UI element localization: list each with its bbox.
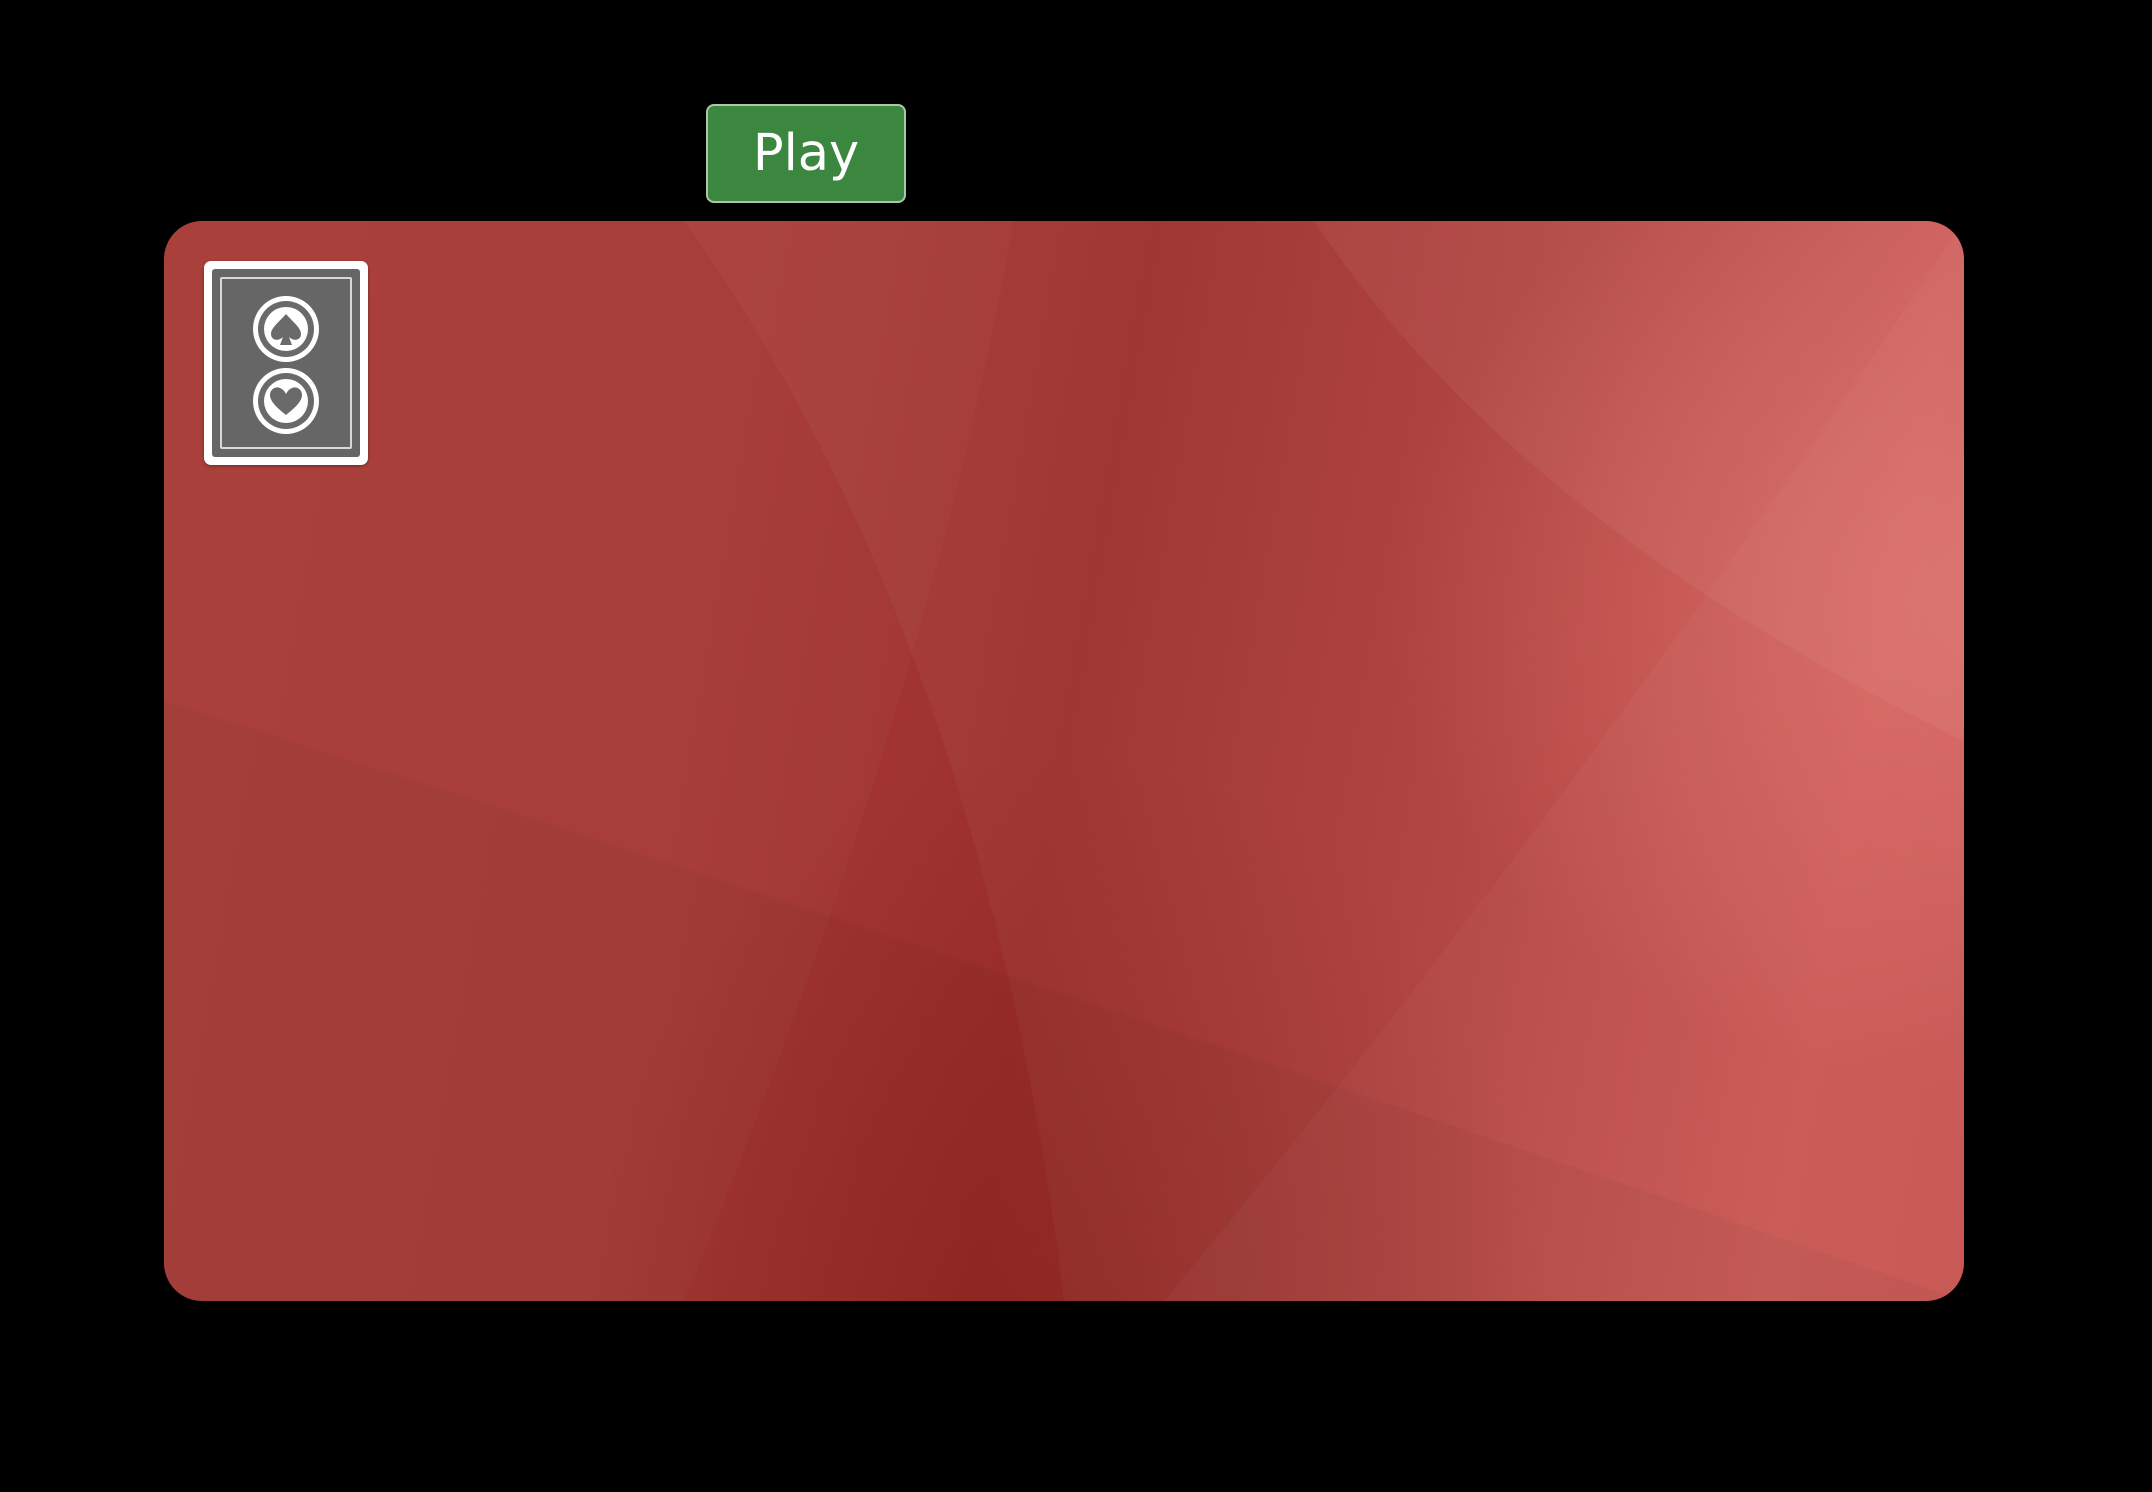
play-button[interactable]: Play [706, 104, 906, 203]
card-back [212, 269, 360, 457]
heart-emblem-icon [253, 368, 319, 434]
spade-emblem-icon [253, 296, 319, 362]
table-sheen [1314, 221, 1964, 741]
deck-card-back[interactable] [204, 261, 368, 465]
game-table[interactable] [164, 221, 1964, 1301]
game-stage: Play [0, 0, 2152, 1492]
card-back-emblems [253, 296, 319, 434]
